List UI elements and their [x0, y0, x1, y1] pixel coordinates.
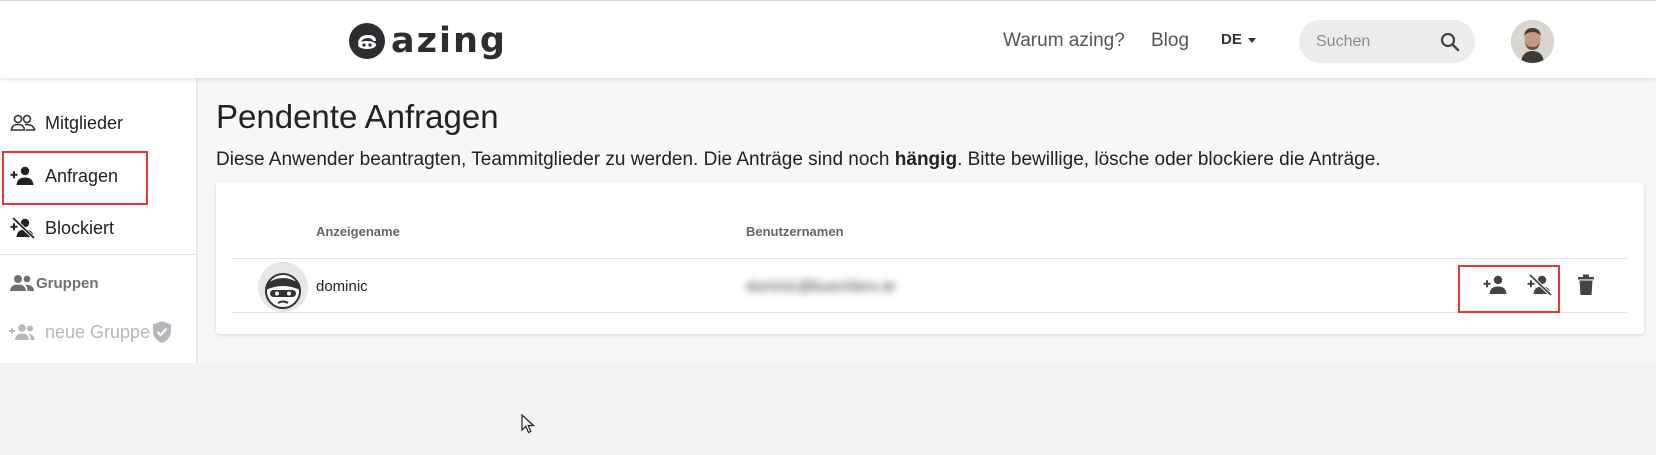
sidebar-item-blockiert[interactable]: Blockiert: [9, 216, 114, 240]
azing-logo-icon: [349, 23, 385, 59]
person-blocked-icon: [9, 216, 36, 240]
description-text-after: . Bitte bewillige, lösche oder blockiere…: [957, 149, 1381, 170]
logo-wordmark: azing: [391, 21, 507, 61]
nav-link-blog[interactable]: Blog: [1151, 29, 1189, 53]
description-text-bold: hängig: [894, 149, 958, 170]
search-icon[interactable]: [1439, 31, 1461, 53]
sidebar-divider: [0, 254, 196, 255]
sidebar-item-label: Blockiert: [45, 217, 115, 238]
groups-heading: Gruppen: [9, 272, 99, 294]
nav-link-warum-azing[interactable]: Warum azing?: [1003, 29, 1125, 53]
language-selector[interactable]: DE: [1221, 31, 1256, 48]
mouse-pointer-icon: [521, 413, 536, 439]
row-username: dominic@buechlers.at: [746, 278, 895, 295]
new-group-button[interactable]: neue Gruppe: [9, 320, 173, 344]
description-text-before: Diese Anwender beantragten, Teammitglied…: [216, 149, 895, 170]
groups-heading-label: Gruppen: [36, 274, 99, 292]
ninja-avatar: [258, 262, 308, 312]
top-navigation-bar: azing Warum azing? Blog DE: [0, 0, 1656, 78]
members-icon: [9, 111, 36, 135]
new-group-label: neue Gruppe: [45, 321, 151, 342]
table-row-divider: [232, 258, 1627, 259]
column-header-anzeigename: Anzeigename: [316, 224, 400, 239]
main-content: Pendente Anfragen Diese Anwender beantra…: [198, 78, 1656, 363]
groups-icon: [9, 272, 36, 294]
sidebar-item-label: Mitglieder: [45, 112, 124, 133]
table-row-divider: [232, 312, 1627, 313]
sidebar: Mitglieder Anfragen Blockiert Gruppen ne…: [0, 78, 197, 363]
verified-shield-icon: [151, 320, 173, 344]
search-box: [1299, 20, 1475, 63]
group-add-icon: [9, 321, 36, 343]
column-header-benutzernamen: Benutzernamen: [746, 224, 844, 239]
sidebar-item-mitglieder[interactable]: Mitglieder: [9, 111, 123, 135]
caret-down-icon: [1247, 38, 1256, 43]
search-input[interactable]: [1316, 32, 1436, 51]
user-avatar[interactable]: [1511, 20, 1554, 63]
row-display-name: dominic: [316, 278, 368, 295]
highlight-box-actions: [1458, 265, 1560, 313]
language-label: DE: [1221, 31, 1242, 48]
page-description: Diese Anwender beantragten, Teammitglied…: [216, 148, 1381, 172]
delete-request-button[interactable]: [1572, 273, 1600, 297]
highlight-box-anfragen: [2, 151, 148, 205]
azing-logo[interactable]: azing: [349, 23, 507, 59]
requests-table-card: Anzeigename Benutzernamen dominic domini…: [216, 182, 1644, 334]
page-title: Pendente Anfragen: [216, 98, 499, 135]
